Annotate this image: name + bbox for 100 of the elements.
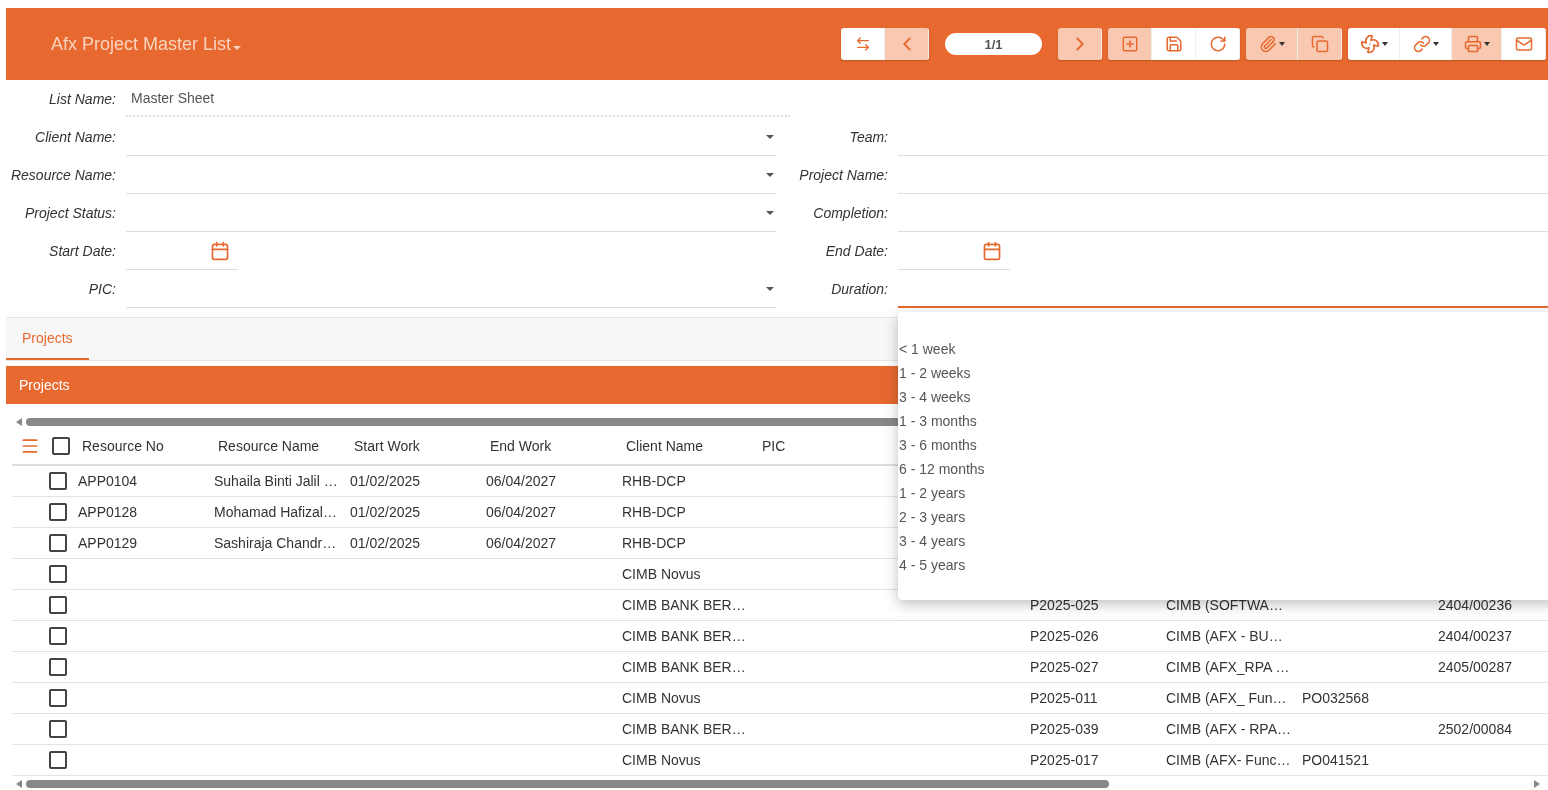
dropdown-option[interactable]: 4 - 5 years [898, 553, 1548, 577]
table-cell-text: RHB-DCP [622, 535, 687, 551]
table-cell-text: CIMB (AFX - BU… [1166, 628, 1284, 644]
field-label: Duration: [830, 281, 889, 297]
dropdown-option[interactable]: 3 - 4 years [898, 529, 1548, 553]
swap-button[interactable] [841, 28, 885, 60]
field-label: End Date: [824, 243, 889, 259]
table-cell-text: CIMB BANK BER… [622, 597, 747, 613]
dropdown-option[interactable]: 6 - 12 months [898, 457, 1548, 481]
dropdown-option[interactable]: 3 - 6 months [898, 433, 1548, 457]
table-cell-text: 01/02/2025 [350, 504, 422, 520]
mail-icon [1514, 35, 1533, 53]
field-label: PIC: [87, 281, 117, 297]
row-checkbox[interactable] [49, 720, 67, 738]
table-cell-text: CIMB (AFX_RPA … [1166, 659, 1291, 675]
table-cell-text: RHB-DCP [622, 504, 687, 520]
previous-button[interactable] [885, 28, 929, 60]
row-checkbox[interactable] [49, 627, 67, 645]
row-checkbox[interactable] [49, 658, 67, 676]
caret-icon [1483, 42, 1490, 46]
table-cell-text: PO041521 [1302, 752, 1370, 768]
save-icon [1164, 35, 1183, 53]
caret-icon [766, 210, 774, 215]
row-checkbox[interactable] [49, 565, 67, 583]
menu-icon[interactable] [20, 436, 40, 456]
attachment-button[interactable] [1246, 28, 1298, 60]
table-cell-text: CIMB Novus [622, 690, 702, 706]
table-cell-text: 2404/00236 [1438, 597, 1513, 613]
table-cell-text: CIMB BANK BER… [622, 628, 747, 644]
calendar-icon[interactable] [982, 240, 1002, 261]
field-label: Project Status: [23, 205, 117, 221]
table-cell-text: P2025-027 [1030, 659, 1100, 675]
table-cell-text: 06/04/2027 [486, 504, 558, 520]
link-icon [1412, 35, 1431, 53]
field-label: Resource Name: [9, 167, 117, 183]
field-label: Team: [848, 129, 889, 145]
table-cell-text: 2502/00084 [1438, 721, 1513, 737]
table-cell-text: Sashiraja Chandr… [214, 535, 338, 551]
caret-icon [233, 46, 242, 50]
dropdown-option[interactable]: 1 - 3 months [898, 409, 1548, 433]
refresh-icon [1208, 35, 1227, 53]
scrollbar[interactable] [26, 780, 1109, 788]
select-all-checkbox[interactable] [52, 437, 70, 455]
table-cell-text: P2025-026 [1030, 628, 1100, 644]
dropdown-option[interactable]: 2 - 3 years [898, 505, 1548, 529]
table-cell-text: APP0128 [78, 504, 139, 520]
table-cell-text: 2404/00237 [1438, 628, 1513, 644]
table-cell-text: P2025-025 [1030, 597, 1100, 613]
field-label: Start Date: [48, 243, 117, 259]
mail-button[interactable] [1502, 28, 1546, 60]
row-checkbox[interactable] [49, 596, 67, 614]
row-checkbox[interactable] [49, 534, 67, 552]
refresh-button[interactable] [1196, 28, 1240, 60]
column-header[interactable]: Start Work [350, 438, 486, 454]
field-label: Completion: [812, 205, 889, 221]
next-button[interactable] [1058, 28, 1102, 60]
fan-icon [1359, 34, 1380, 54]
field-label: List Name: [48, 91, 117, 107]
save-button[interactable] [1152, 28, 1196, 60]
list-name-field[interactable]: Master Sheet [126, 81, 790, 117]
table-cell-text: 01/02/2025 [350, 473, 422, 489]
table-cell-text: 2405/00287 [1438, 659, 1513, 675]
table-cell-text: CIMB Novus [622, 752, 702, 768]
copy-button[interactable] [1298, 28, 1342, 60]
printer-icon [1463, 35, 1482, 53]
swap-icon [854, 36, 871, 52]
table-cell-text: 06/04/2027 [486, 535, 558, 551]
fan-button[interactable] [1348, 28, 1400, 60]
column-header[interactable]: Resource Name [214, 438, 350, 454]
row-checkbox[interactable] [49, 689, 67, 707]
column-header[interactable]: PIC [758, 438, 894, 454]
caret-icon [766, 134, 774, 139]
column-header[interactable]: Client Name [622, 438, 758, 454]
table-cell-text: CIMB (AFX_ Fun… [1166, 690, 1288, 706]
table-cell-text: CIMB BANK BER… [622, 721, 747, 737]
field-label: Client Name: [34, 129, 117, 145]
table-cell-text: P2025-011 [1030, 690, 1099, 706]
table-cell-text: Suhaila Binti Jalil … [214, 473, 339, 489]
row-checkbox[interactable] [49, 503, 67, 521]
row-checkbox[interactable] [49, 472, 67, 490]
plus-icon [1120, 35, 1139, 53]
column-header[interactable]: Resource No [78, 438, 214, 454]
page-counter: 1/1 [945, 33, 1042, 55]
print-button[interactable] [1452, 28, 1502, 60]
table-cell-text: APP0129 [78, 535, 139, 551]
row-checkbox[interactable] [49, 751, 67, 769]
dropdown-option[interactable]: < 1 week [898, 337, 1548, 361]
column-header[interactable]: End Work [486, 438, 622, 454]
table-cell-text: PO032568 [1302, 690, 1370, 706]
table-cell-text: 06/04/2027 [486, 473, 558, 489]
table-cell-text: 01/02/2025 [350, 535, 422, 551]
calendar-icon[interactable] [210, 240, 230, 261]
dropdown-option[interactable]: 1 - 2 years [898, 481, 1548, 505]
table-cell-text: CIMB (AFX- Func… [1166, 752, 1292, 768]
copy-icon [1310, 35, 1329, 53]
table-cell-text: CIMB Novus [622, 566, 702, 582]
add-button[interactable] [1108, 28, 1152, 60]
table-cell-text: RHB-DCP [622, 473, 687, 489]
link-button[interactable] [1400, 28, 1452, 60]
scroll-right-icon[interactable] [1534, 780, 1540, 788]
